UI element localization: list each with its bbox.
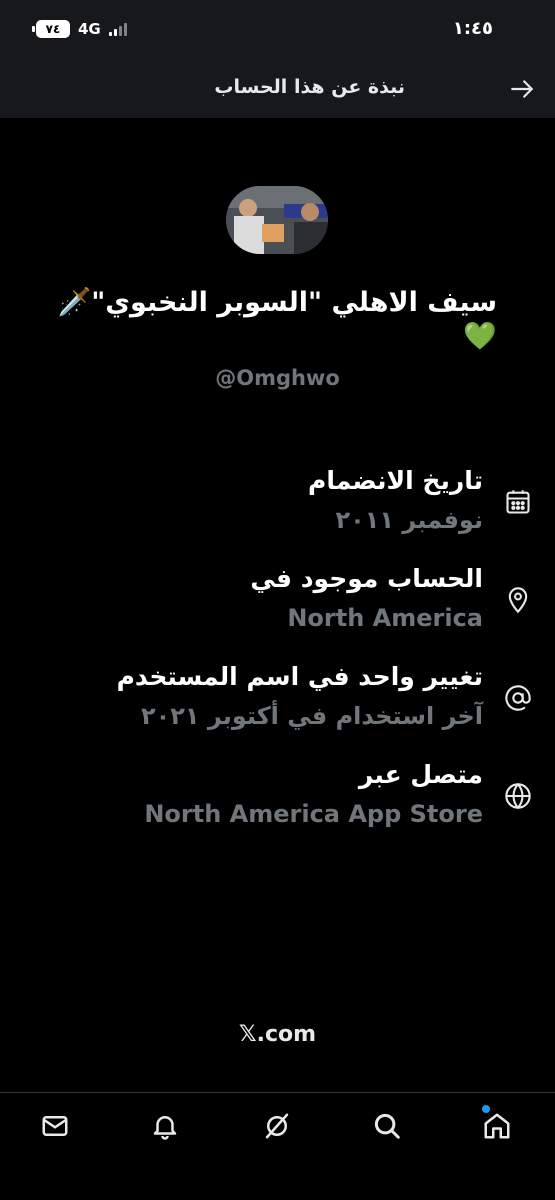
avatar[interactable] <box>226 186 328 254</box>
bottom-nav <box>0 1092 555 1200</box>
row-value: نوفمبر ٢٠١١ <box>335 506 483 534</box>
status-time: ١:٤٥ <box>452 18 493 39</box>
network-type: 4G <box>78 20 101 38</box>
grok-icon[interactable] <box>262 1111 292 1141</box>
notification-dot <box>482 1105 490 1113</box>
row-value: North America App Store <box>144 800 483 828</box>
search-icon[interactable] <box>372 1111 402 1141</box>
mail-icon[interactable] <box>40 1111 70 1141</box>
location-pin-icon <box>508 587 528 614</box>
username-handle: @Omghwo <box>215 366 340 390</box>
status-bar: ٧٤ 4G ١:٤٥ <box>0 0 555 60</box>
calendar-icon <box>506 490 530 514</box>
signal-strength-icon <box>108 22 127 36</box>
globe-icon <box>505 782 531 810</box>
status-indicators: ٧٤ 4G <box>32 20 127 38</box>
row-title: تاريخ الانضمام <box>308 466 483 495</box>
info-row-username-change: تغيير واحد في اسم المستخدم آخر استخدام ف… <box>0 662 555 744</box>
row-value: North America <box>287 604 483 632</box>
home-icon[interactable] <box>482 1111 512 1141</box>
top-header: نبذة عن هذا الحساب <box>0 60 555 118</box>
row-value: آخر استخدام في أكتوبر ٢٠٢١ <box>140 702 483 730</box>
page-title: نبذة عن هذا الحساب <box>214 76 405 98</box>
x-com-link[interactable]: 𝕏.com <box>0 1022 555 1047</box>
at-sign-icon <box>505 685 531 711</box>
row-title: الحساب موجود في <box>250 564 483 593</box>
info-row-location: الحساب موجود في North America <box>0 564 555 646</box>
info-row-connected-via: متصل عبر North America App Store <box>0 760 555 842</box>
battery-icon: ٧٤ <box>32 20 70 38</box>
display-name: سيف الاهلي "السوبر النخبوي"🗡️💚 <box>57 287 497 352</box>
row-title: متصل عبر <box>358 760 483 789</box>
back-arrow-icon[interactable] <box>509 76 535 102</box>
avatar-photo <box>226 186 328 254</box>
row-title: تغيير واحد في اسم المستخدم <box>116 662 483 691</box>
info-row-joined: تاريخ الانضمام نوفمبر ٢٠١١ <box>0 466 555 548</box>
bell-icon[interactable] <box>150 1111 180 1141</box>
